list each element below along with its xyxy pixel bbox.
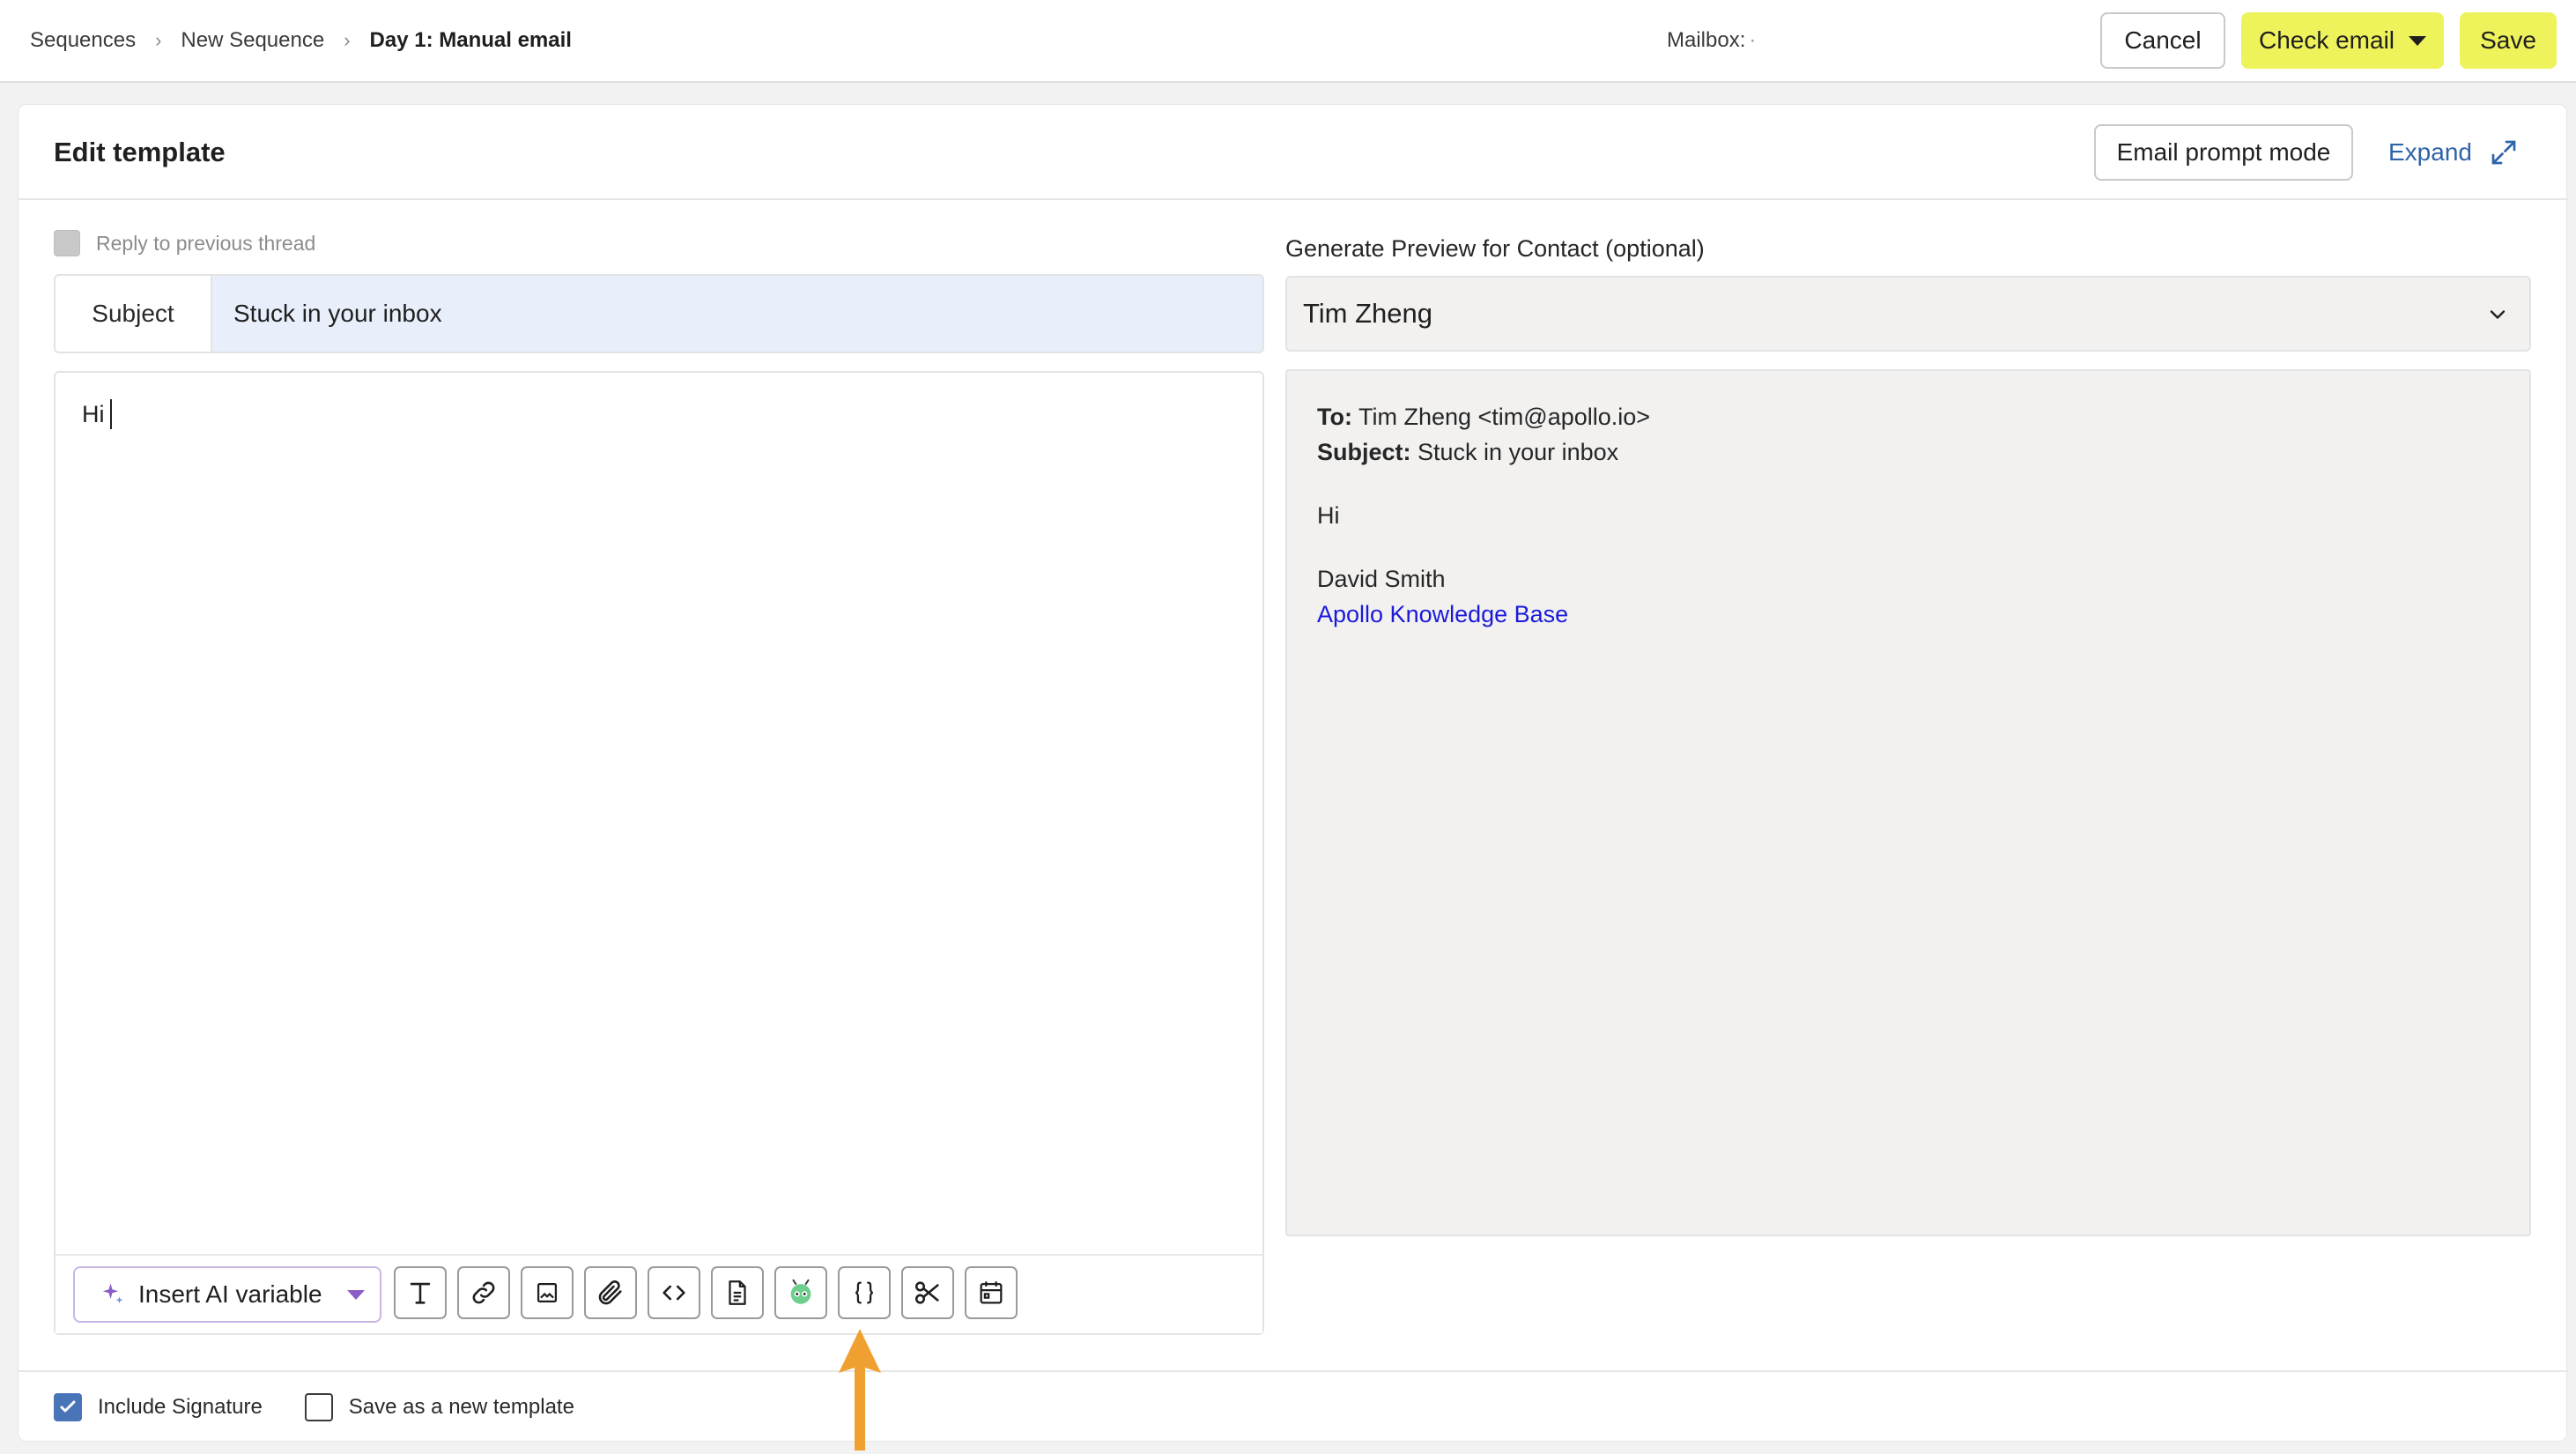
- caret-down-icon: [346, 1289, 365, 1300]
- link-icon: [472, 1281, 495, 1304]
- check-email-label: Check email: [2258, 26, 2395, 54]
- document-icon: [729, 1280, 746, 1305]
- expand-label: Expand: [2388, 138, 2472, 166]
- preview-to-label: To:: [1317, 404, 1352, 430]
- email-body-editor[interactable]: Hi Insert AI variable: [54, 371, 1264, 1335]
- check-email-button[interactable]: Check email: [2241, 12, 2444, 69]
- page-title: Edit template: [54, 137, 226, 167]
- ai-assistant-button[interactable]: [774, 1266, 827, 1319]
- subject-label: Subject: [56, 276, 212, 352]
- preview-spacer: [1317, 533, 1650, 561]
- edit-template-card: Edit template Email prompt mode Expand R…: [18, 104, 2568, 1443]
- insert-image-button[interactable]: [521, 1266, 574, 1319]
- sparkle-icon: [102, 1283, 123, 1303]
- email-preview-panel: To: Tim Zheng <tim@apollo.io> Subject: S…: [1285, 369, 2531, 1236]
- editor-toolbar: Insert AI variable: [56, 1254, 1262, 1333]
- preview-to-value: Tim Zheng <tim@apollo.io>: [1358, 404, 1651, 430]
- include-signature-option[interactable]: Include Signature: [54, 1393, 263, 1421]
- text-format-icon: [410, 1282, 431, 1304]
- preview-subject-label: Subject:: [1317, 439, 1411, 465]
- code-button[interactable]: [648, 1266, 700, 1319]
- email-prompt-mode-button[interactable]: Email prompt mode: [2094, 124, 2353, 181]
- annotation-arrow-icon: [839, 1329, 881, 1450]
- mailbox-value: ·: [1749, 28, 1757, 52]
- breadcrumb-separator-icon: ›: [155, 29, 162, 51]
- include-signature-checkbox[interactable]: [54, 1393, 82, 1421]
- text-cursor: [109, 399, 112, 429]
- reply-to-previous-thread: Reply to previous thread: [54, 230, 315, 256]
- preview-spacer: [1317, 470, 1650, 498]
- reply-thread-checkbox: [54, 230, 80, 256]
- expand-button[interactable]: Expand: [2388, 124, 2520, 181]
- include-signature-label: Include Signature: [98, 1395, 263, 1419]
- breadcrumb: Sequences › New Sequence › Day 1: Manual…: [30, 0, 572, 81]
- insert-ai-variable-button[interactable]: Insert AI variable: [73, 1266, 381, 1323]
- calendar-icon: [980, 1281, 1003, 1304]
- checkmark-icon: [60, 1400, 76, 1413]
- variable-braces-icon: [855, 1281, 874, 1304]
- email-preview-content: To: Tim Zheng <tim@apollo.io> Subject: S…: [1317, 399, 1650, 632]
- subject-input[interactable]: [212, 276, 1262, 352]
- breadcrumb-sequences[interactable]: Sequences: [30, 28, 136, 53]
- breadcrumb-separator-icon: ›: [344, 29, 351, 51]
- image-icon: [537, 1282, 558, 1303]
- selected-contact: Tim Zheng: [1303, 298, 1433, 329]
- preview-contact-select[interactable]: Tim Zheng: [1285, 276, 2531, 352]
- save-as-template-option[interactable]: Save as a new template: [304, 1393, 574, 1421]
- insert-ai-variable-label: Insert AI variable: [138, 1280, 322, 1308]
- insert-variable-button[interactable]: [838, 1266, 891, 1319]
- attachment-icon: [598, 1280, 622, 1305]
- text-format-button[interactable]: [394, 1266, 447, 1319]
- card-footer: Include Signature Save as a new template: [19, 1370, 2568, 1443]
- editor-content[interactable]: Hi: [82, 399, 112, 429]
- reply-thread-label: Reply to previous thread: [96, 231, 316, 255]
- top-bar: Sequences › New Sequence › Day 1: Manual…: [0, 0, 2576, 83]
- preview-to-line: To: Tim Zheng <tim@apollo.io>: [1317, 399, 1650, 434]
- card-header: Edit template Email prompt mode Expand: [19, 105, 2568, 200]
- preview-subject-line: Subject: Stuck in your inbox: [1317, 434, 1650, 470]
- breadcrumb-new-sequence[interactable]: New Sequence: [181, 28, 324, 53]
- subject-row: Subject: [54, 274, 1264, 353]
- caret-down-icon: [2409, 35, 2427, 46]
- snippet-button[interactable]: [901, 1266, 954, 1319]
- expand-icon: [2491, 140, 2516, 165]
- preview-body: Hi: [1317, 502, 1340, 529]
- template-document-button[interactable]: [711, 1266, 764, 1319]
- preview-subject-value: Stuck in your inbox: [1418, 439, 1619, 465]
- preview-signature-name: David Smith: [1317, 566, 1446, 592]
- cancel-button[interactable]: Cancel: [2100, 12, 2225, 69]
- chevron-down-icon: [2490, 310, 2506, 319]
- preview-signature-link[interactable]: Apollo Knowledge Base: [1317, 597, 1650, 632]
- generate-preview-label: Generate Preview for Contact (optional): [1285, 235, 1705, 262]
- save-as-template-label: Save as a new template: [348, 1395, 574, 1419]
- scissors-icon: [914, 1281, 939, 1304]
- mailbox-indicator: Mailbox: ·: [1667, 0, 1756, 81]
- insert-link-button[interactable]: [457, 1266, 510, 1319]
- insert-calendar-button[interactable]: [965, 1266, 1018, 1319]
- attachment-button[interactable]: [584, 1266, 637, 1319]
- save-button[interactable]: Save: [2460, 12, 2557, 69]
- editor-text: Hi: [82, 400, 105, 427]
- save-as-template-checkbox[interactable]: [304, 1393, 333, 1421]
- ai-bot-icon: [790, 1279, 811, 1304]
- mailbox-label: Mailbox:: [1667, 28, 1746, 52]
- breadcrumb-current-step: Day 1: Manual email: [369, 28, 572, 52]
- code-icon: [663, 1285, 685, 1301]
